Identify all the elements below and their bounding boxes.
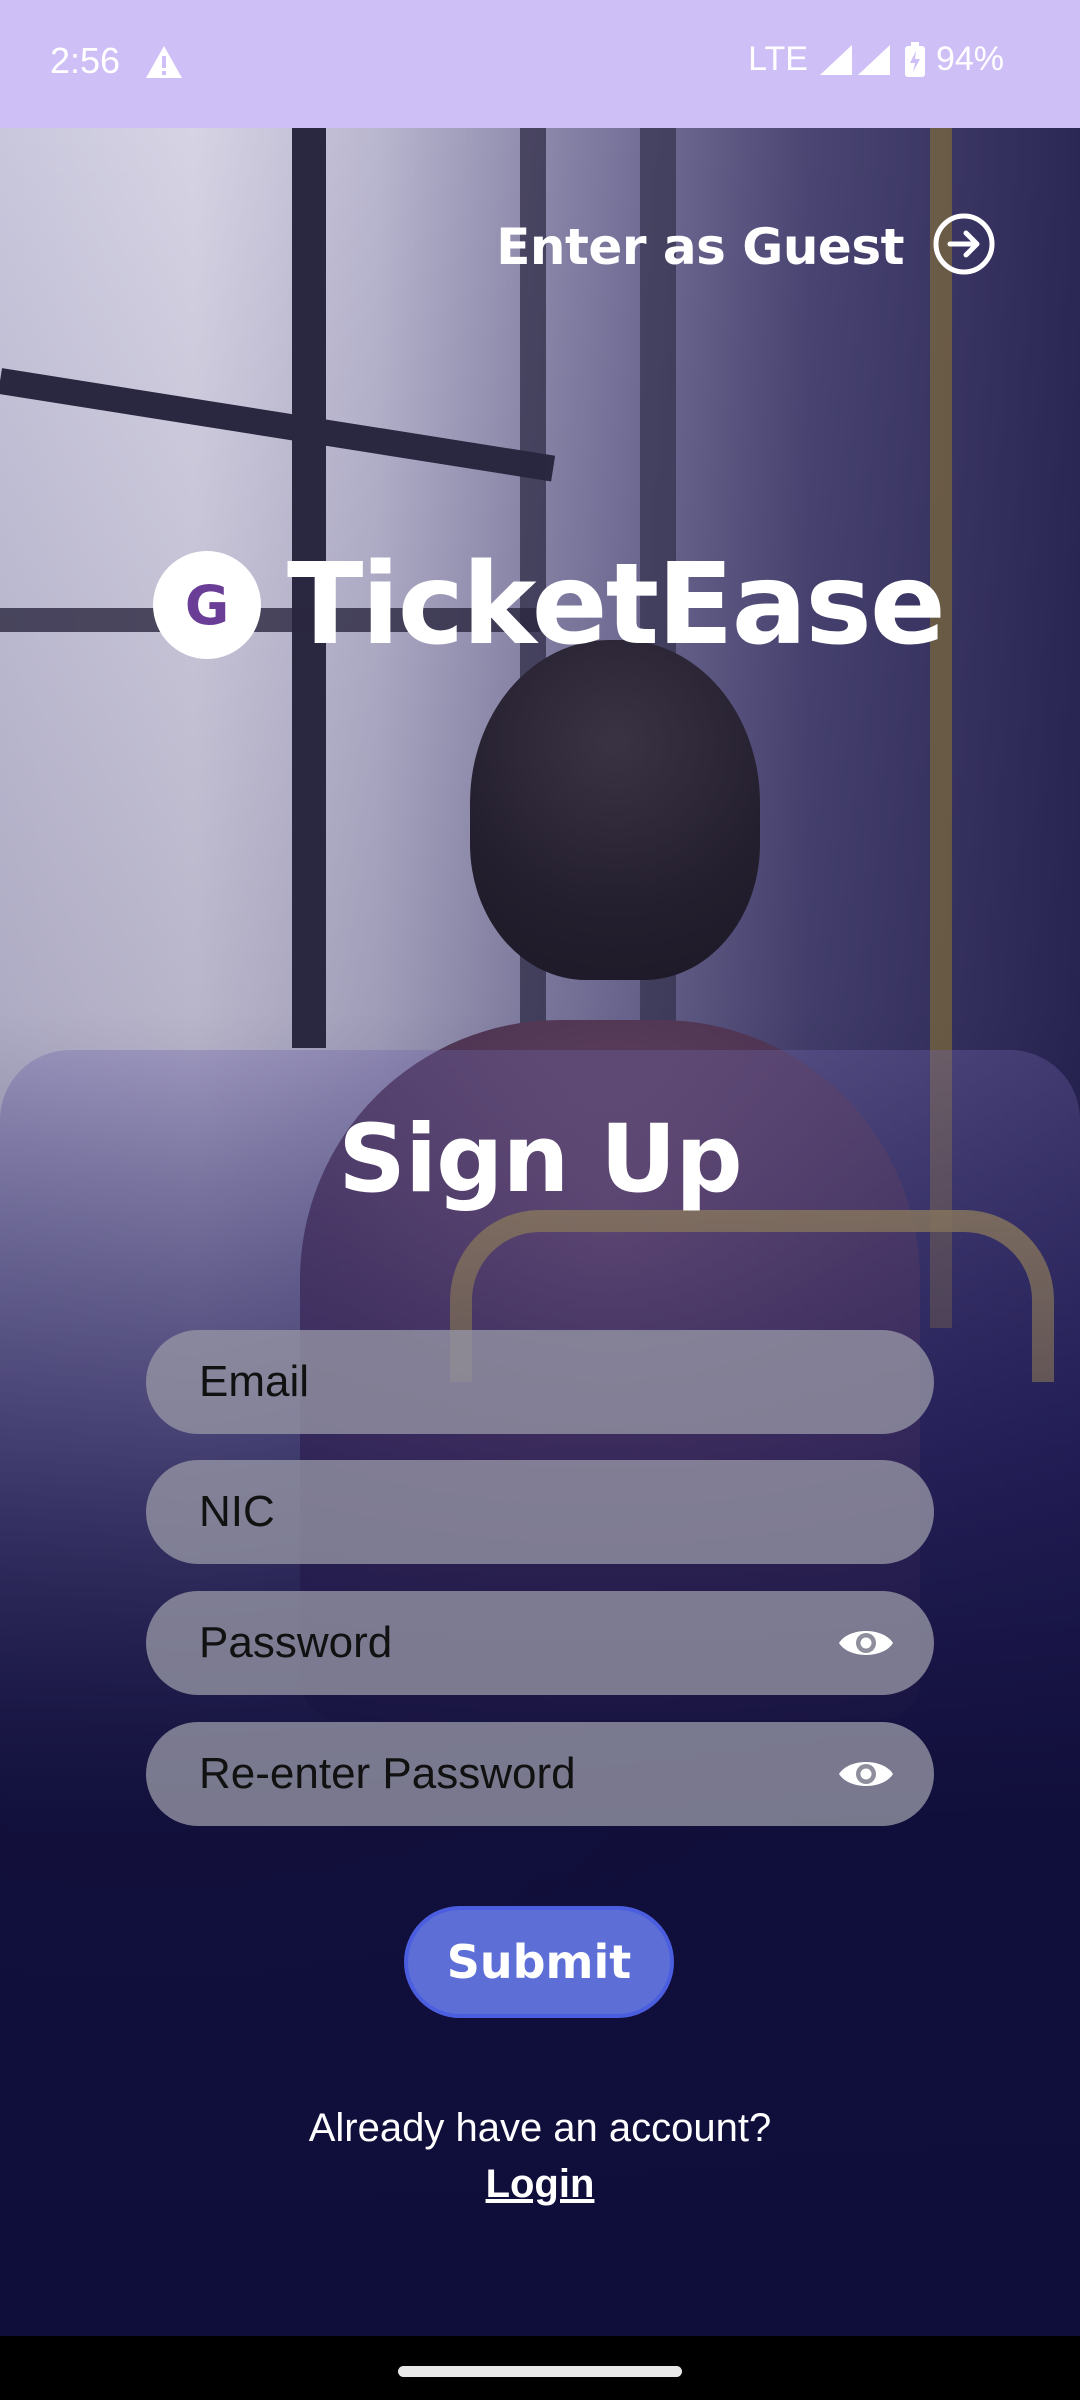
navigation-bar: [0, 2336, 1080, 2400]
battery-percent: 94%: [935, 40, 1004, 78]
eye-icon[interactable]: [836, 1744, 896, 1804]
email-field[interactable]: [146, 1330, 934, 1434]
status-time: 2:56: [50, 40, 121, 81]
submit-button[interactable]: Submit: [404, 1906, 674, 2018]
home-gesture-handle[interactable]: [398, 2366, 682, 2377]
window-frame: [0, 368, 556, 482]
nic-field[interactable]: [146, 1460, 934, 1564]
eye-icon[interactable]: [836, 1613, 896, 1673]
warning-icon: [144, 44, 184, 80]
reenter-password-field[interactable]: [146, 1722, 934, 1826]
password-input[interactable]: [199, 1618, 836, 1668]
email-input[interactable]: [199, 1357, 896, 1407]
status-indicators: LTE 94%: [748, 40, 1004, 79]
already-have-account-text: Already have an account?: [308, 2106, 772, 2150]
status-bar: 2:56 LTE 94%: [0, 0, 1080, 128]
enter-as-guest-button[interactable]: Enter as Guest: [496, 212, 996, 281]
battery-icon: [904, 41, 926, 78]
passenger-head: [470, 640, 760, 980]
enter-as-guest-label: Enter as Guest: [496, 217, 904, 276]
nic-input[interactable]: [199, 1487, 896, 1537]
logo-badge: G: [153, 551, 261, 659]
password-field[interactable]: [146, 1591, 934, 1695]
network-type: LTE: [748, 40, 808, 78]
page-title: Sign Up: [338, 1105, 742, 1214]
arrow-right-circle-icon: [932, 212, 996, 281]
signup-screen: 2:56 LTE 94% Enter as Guest G TicketEase…: [0, 0, 1080, 2400]
reenter-password-input[interactable]: [199, 1749, 836, 1799]
app-logo: G TicketEase: [153, 540, 946, 670]
signal-icon: [818, 43, 894, 77]
app-name: TicketEase: [287, 540, 946, 670]
login-link[interactable]: Login: [0, 2162, 1080, 2207]
